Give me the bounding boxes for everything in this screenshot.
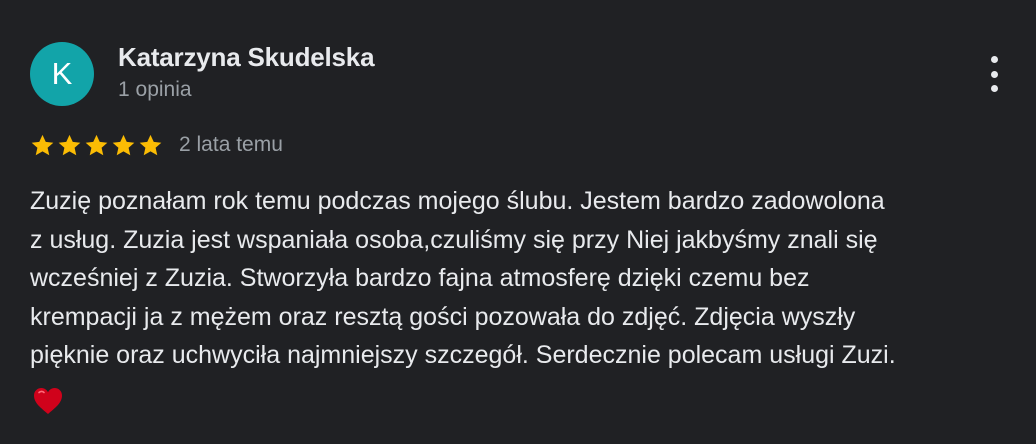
review-card: K Katarzyna Skudelska 1 opinia 2 lata te… <box>0 0 1036 444</box>
author-name[interactable]: Katarzyna Skudelska <box>118 42 375 73</box>
author-avatar[interactable]: K <box>30 42 94 106</box>
more-vert-icon[interactable] <box>986 56 1002 92</box>
star-rating <box>30 133 163 158</box>
star-icon <box>139 134 162 155</box>
rating-row: 2 lata temu <box>30 130 283 160</box>
more-dot <box>990 56 998 63</box>
review-text: Zuzię poznałam rok temu podczas mojego ś… <box>30 187 896 369</box>
star-icon <box>85 134 108 155</box>
star-icon <box>31 134 54 155</box>
star-icon <box>58 134 81 155</box>
more-dot <box>990 70 998 78</box>
author-review-count: 1 opinia <box>118 78 192 101</box>
more-dot <box>990 85 998 92</box>
review-date: 2 lata temu <box>179 133 283 156</box>
red-heart-icon <box>34 388 62 414</box>
star-icon <box>112 134 135 155</box>
